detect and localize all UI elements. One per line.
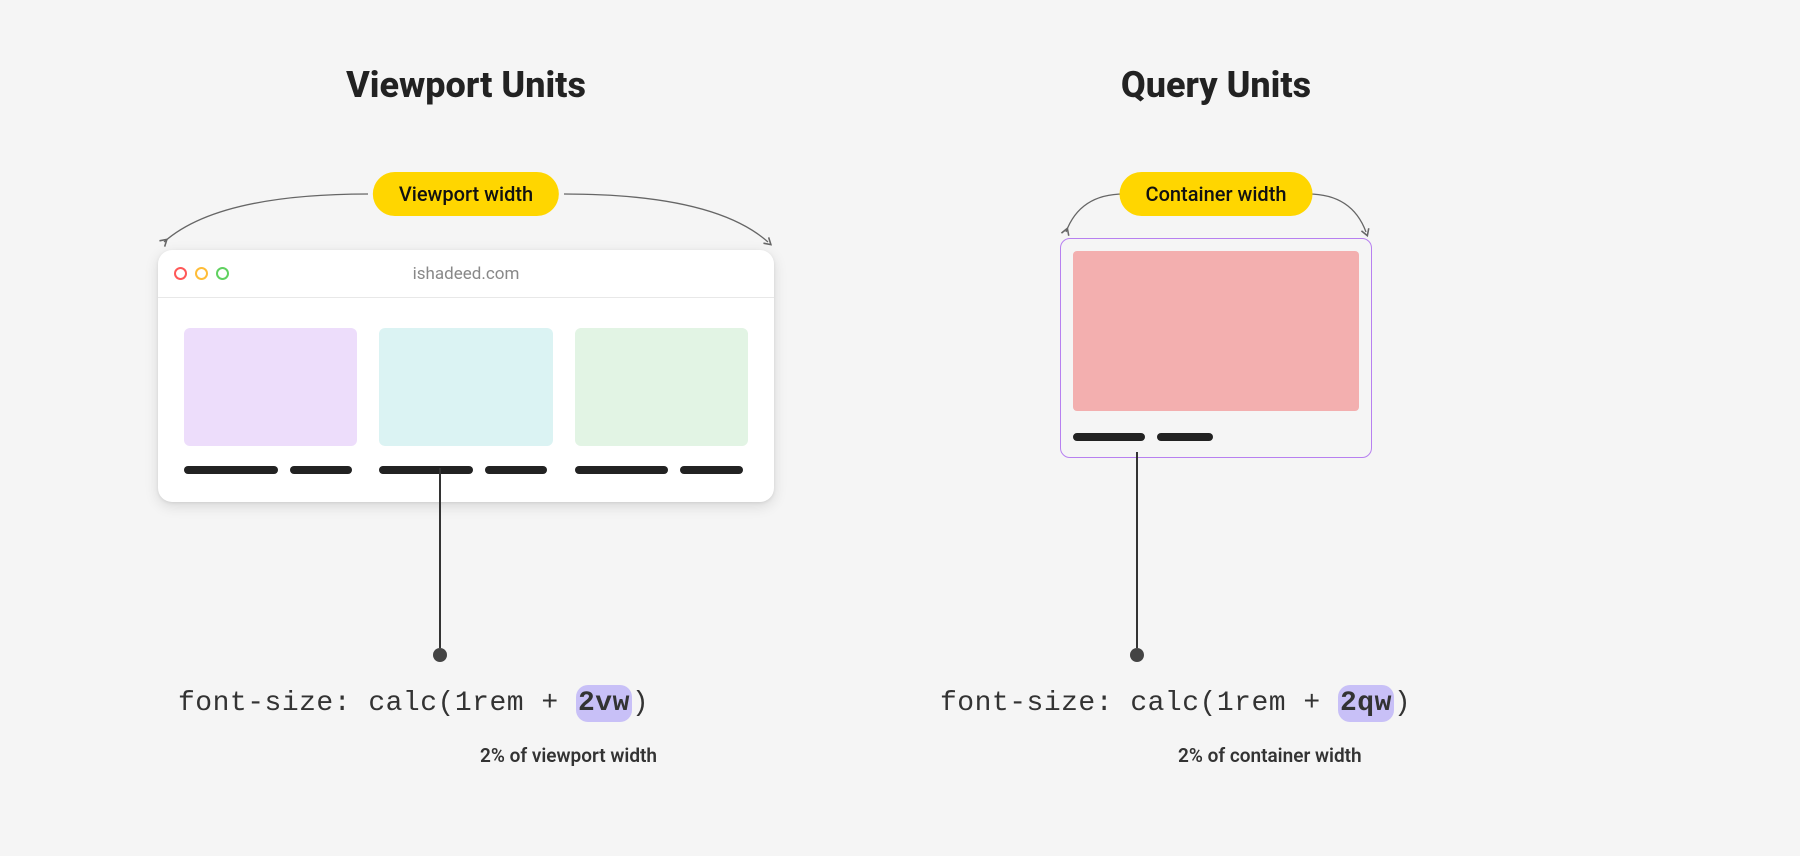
card-1	[184, 328, 357, 474]
code-prefix: font-size: calc(1rem +	[178, 688, 576, 719]
text-placeholder	[290, 466, 352, 474]
card-thumb	[575, 328, 748, 446]
code-container: font-size: calc(1rem + 2qw)	[940, 688, 1411, 719]
text-placeholder	[485, 466, 547, 474]
code-suffix: )	[1394, 688, 1411, 719]
card-3	[575, 328, 748, 474]
pointer-dot-icon	[1130, 648, 1144, 662]
code-highlight-vw: 2vw	[576, 685, 632, 722]
container-box	[1060, 238, 1372, 458]
card-row	[158, 298, 774, 502]
code-suffix: )	[632, 688, 649, 719]
card-2	[379, 328, 552, 474]
browser-window: ishadeed.com	[158, 250, 774, 502]
text-placeholder	[184, 466, 278, 474]
browser-url: ishadeed.com	[413, 264, 520, 284]
text-placeholder	[379, 466, 473, 474]
card-label-row	[184, 466, 357, 474]
text-placeholder	[680, 466, 742, 474]
code-highlight-qw: 2qw	[1338, 685, 1394, 722]
pointer-dot-icon	[433, 648, 447, 662]
card-label-row	[379, 466, 552, 474]
text-placeholder	[1157, 433, 1213, 441]
pill-viewport-width: Viewport width	[373, 172, 559, 216]
zoom-icon	[216, 267, 229, 280]
code-prefix: font-size: calc(1rem +	[940, 688, 1338, 719]
traffic-light-dots	[174, 267, 229, 280]
caption-viewport: 2% of viewport width	[480, 744, 657, 767]
heading-query-units: Query Units	[1121, 64, 1311, 106]
pointer-line-left	[439, 468, 441, 648]
text-placeholder	[575, 466, 669, 474]
minimize-icon	[195, 267, 208, 280]
text-placeholder	[1073, 433, 1145, 441]
card-thumb	[379, 328, 552, 446]
pointer-line-right	[1136, 452, 1138, 648]
close-icon	[174, 267, 187, 280]
card-thumb	[184, 328, 357, 446]
container-thumb	[1073, 251, 1359, 411]
pill-container-width: Container width	[1120, 172, 1313, 216]
heading-viewport-units: Viewport Units	[346, 64, 586, 106]
card-label-row	[575, 466, 748, 474]
caption-container: 2% of container width	[1178, 744, 1362, 767]
browser-titlebar: ishadeed.com	[158, 250, 774, 298]
code-viewport: font-size: calc(1rem + 2vw)	[178, 688, 649, 719]
container-label-row	[1073, 433, 1359, 441]
